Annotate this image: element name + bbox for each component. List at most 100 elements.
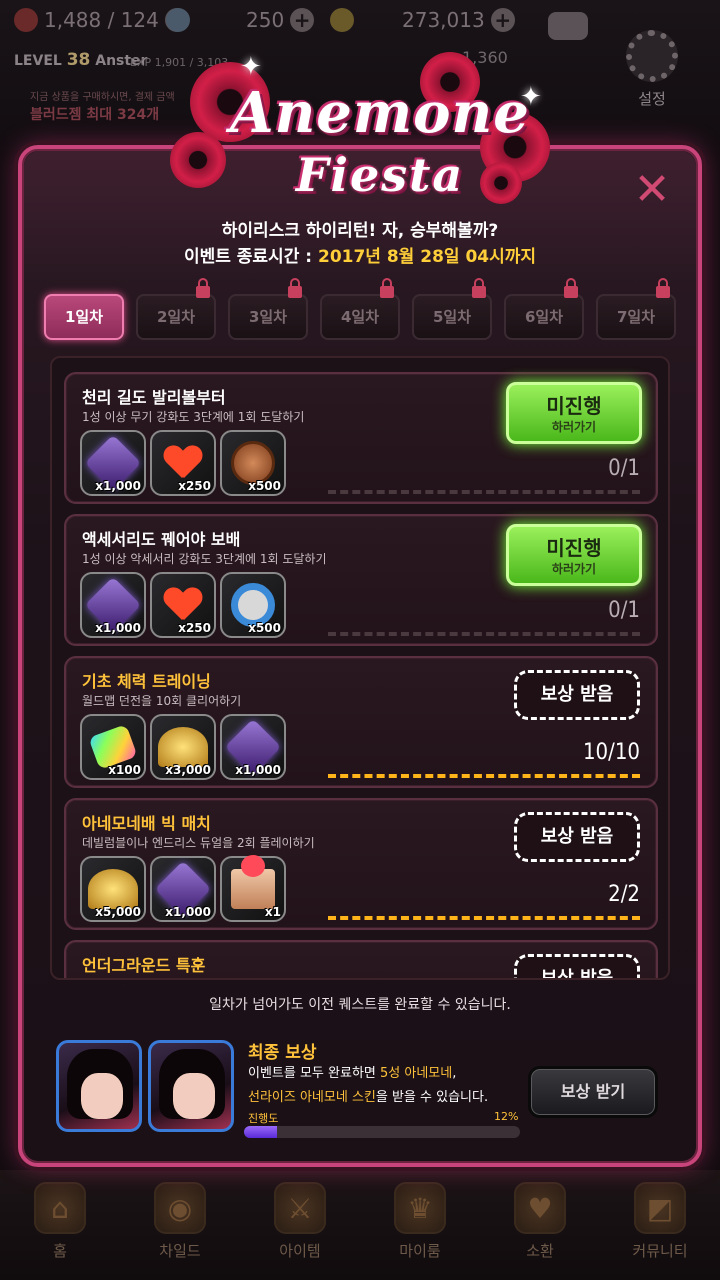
tab-label: 3일차 [248,308,288,326]
tab-day-4[interactable]: 4일차 [320,278,400,340]
gold-resource [330,8,354,32]
final-progress-bar [244,1126,520,1138]
quest-card: 천리 길도 발리볼부터 1성 이상 무기 강화도 3단계에 1회 도달하기 x1… [64,372,658,504]
quest-progress-bar [328,916,640,920]
child-icon: ◉ [154,1182,206,1234]
reward-item[interactable]: x100 [80,714,146,780]
nav-myroom[interactable]: ♛ 마이룸 [360,1170,480,1280]
player-level: LEVEL 38 Anster [14,50,147,70]
nav-child[interactable]: ◉ 차일드 [120,1170,240,1280]
quest-title: 아네모네배 빅 매치 [82,814,211,833]
tab-day-3[interactable]: 3일차 [228,278,308,340]
reward-item[interactable]: x1,000 [80,430,146,496]
settings-button[interactable]: 설정 [622,30,682,109]
gear-icon [626,30,678,82]
tab-label: 4일차 [340,308,380,326]
quest-progress-bar [328,490,640,494]
add-gems-button[interactable]: + [290,8,315,32]
quest-desc: 1성 이상 무기 강화도 3단계에 1회 도달하기 [82,410,305,424]
lock-icon [380,278,394,298]
nav-label: 커뮤니티 [632,1242,688,1260]
gold-pile-icon [158,727,208,767]
reward-item[interactable]: x1,000 [150,856,216,922]
nav-label: 마이룸 [399,1242,441,1260]
final-progress-fill [244,1126,278,1138]
gem-resource [166,8,190,32]
day-tabs: 1일차 2일차 3일차 4일차 5일차 6일차 7일차 [44,278,676,346]
go-quest-button[interactable]: 미진행 하러가기 [506,382,642,444]
reward-item[interactable]: x250 [150,572,216,638]
quest-card: 언더그라운드 특훈 보상 받음 [64,940,658,978]
final-reward-line-2: 선라이즈 아네모네 스킨을 받을 수 있습니다. [248,1086,488,1105]
add-gold-button[interactable]: + [490,8,515,32]
sparkle-icon: ✦ [240,52,262,82]
tab-day-6[interactable]: 6일차 [504,278,584,340]
summon-icon: ♥ [514,1182,566,1234]
reward-claimed-button[interactable]: 보상 받음 [514,670,640,720]
reward-count: x1,000 [165,905,211,919]
nav-home[interactable]: ⌂ 홈 [0,1170,120,1280]
promo-line-2: 블러드젬 최대 324개 [30,107,160,123]
bottom-nav: ⌂ 홈 ◉ 차일드 ⚔ 아이템 ♛ 마이룸 ♥ 소환 ◩ 커뮤니티 [0,1170,720,1280]
level-prefix: LEVEL [14,53,62,69]
status-main-label: 미진행 [546,536,602,560]
nav-summon[interactable]: ♥ 소환 [480,1170,600,1280]
quest-title: 기초 체력 트레이닝 [82,672,211,691]
skin-portrait[interactable] [148,1040,234,1132]
tab-label: 1일차 [64,308,104,326]
tab-day-7[interactable]: 7일차 [596,278,676,340]
reward-item[interactable]: x1 [220,855,286,922]
event-subtitle: 하이리스크 하이리턴! 자, 승부해볼까? [221,221,499,241]
quest-card: 아네모네배 빅 매치 데빌럼블이나 엔드리스 듀얼을 2회 플레이하기 x5,0… [64,798,658,930]
settings-label: 설정 [638,90,666,108]
lock-icon [472,278,486,298]
close-icon[interactable]: ✕ [630,168,674,214]
status-sub-label: 하러가기 [551,562,597,576]
level-number: 38 [66,50,91,70]
lock-icon [196,278,210,298]
reward-count: x250 [178,479,211,493]
reward-item[interactable]: x500 [220,430,286,496]
tab-day-1[interactable]: 1일차 [44,294,124,340]
reward-claimed-button[interactable]: 보상 받음 [514,812,640,862]
tab-day-5[interactable]: 5일차 [412,278,492,340]
reward-item[interactable]: x1,000 [220,714,286,780]
status-sub-label: 하러가기 [551,420,597,434]
reward-count: x100 [108,763,141,777]
go-quest-button[interactable]: 미진행 하러가기 [506,524,642,586]
chat-icon[interactable] [548,12,588,40]
nav-label: 아이템 [279,1242,321,1260]
myroom-icon: ♛ [394,1182,446,1234]
gold-icon [330,8,354,32]
tab-day-2[interactable]: 2일차 [136,278,216,340]
reward-item[interactable]: x3,000 [150,714,216,780]
quest-list[interactable]: 천리 길도 발리볼부터 1성 이상 무기 강화도 3단계에 1회 도달하기 x1… [50,356,670,980]
character-portrait[interactable]: ★★★★★ [56,1040,142,1132]
event-title-line-2: Fiesta [295,148,465,202]
reward-count: x1 [264,905,281,919]
reward-item[interactable]: x1,000 [80,572,146,638]
quest-rewards: x100 x3,000 x1,000 [80,714,286,780]
tab-label: 7일차 [616,308,656,326]
nav-community[interactable]: ◩ 커뮤니티 [600,1170,720,1280]
heart-icon [164,446,202,480]
gift-box-icon [231,855,275,909]
tab-label: 6일차 [524,308,564,326]
reward-count: x500 [248,621,281,635]
quest-title: 천리 길도 발리볼부터 [82,388,226,407]
gem-icon [166,8,190,32]
text-span: , [452,1066,457,1081]
progress-percent: 12% [494,1110,519,1123]
heart-icon [14,8,38,32]
highlight-span: 5성 아네모네 [380,1066,453,1081]
quest-rewards: x1,000 x250 x500 [80,572,286,638]
nav-label: 소환 [526,1242,554,1260]
reward-item[interactable]: x5,000 [80,856,146,922]
progress-label: 진행도 [248,1112,279,1125]
claim-final-reward-button[interactable]: 보상 받기 [528,1066,658,1118]
reward-item[interactable]: x250 [150,430,216,496]
nav-label: 차일드 [159,1242,201,1260]
reward-claimed-button[interactable]: 보상 받음 [514,954,640,978]
nav-item-menu[interactable]: ⚔ 아이템 [240,1170,360,1280]
reward-item[interactable]: x500 [220,572,286,638]
